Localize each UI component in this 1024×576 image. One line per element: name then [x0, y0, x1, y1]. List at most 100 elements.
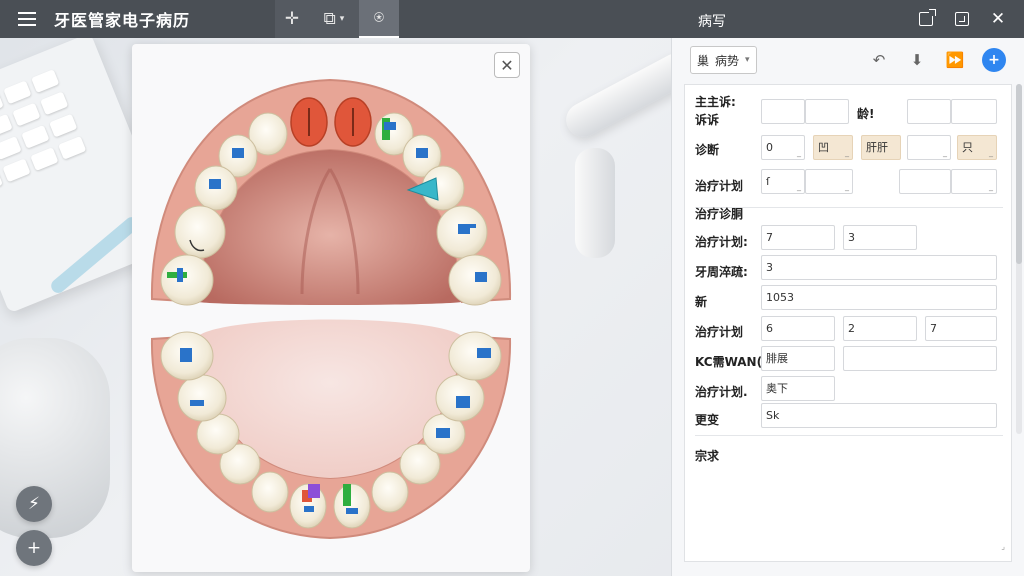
complaint-field-2[interactable]: [805, 99, 849, 124]
plus-icon: +: [26, 538, 42, 558]
crosshair-icon: ✛: [284, 9, 300, 29]
undo-icon: ↶: [872, 51, 886, 69]
plan-label-2: 治疗计划:: [695, 235, 748, 249]
chief-complaint-label: 主主诉:: [695, 95, 736, 109]
add-button[interactable]: +: [16, 530, 52, 566]
marker-blue[interactable]: [209, 179, 221, 189]
diagnosis-tag-1[interactable]: 凹 _: [813, 135, 853, 160]
close-chart-button[interactable]: ✕: [494, 52, 520, 78]
marker-green[interactable]: [343, 484, 351, 506]
dental-chart-panel: ✕: [132, 44, 530, 572]
marker-blue[interactable]: [475, 272, 487, 282]
diagnosis-field[interactable]: 0 _: [761, 135, 805, 160]
lightning-icon: ⚡: [28, 494, 40, 514]
minimize-icon: [955, 12, 969, 26]
diagnosis-tag-2[interactable]: 肝肝: [861, 135, 901, 160]
tool-group: ✛ ⧉ ▾ ⍟: [275, 0, 399, 38]
note-label: 宗求: [695, 449, 720, 463]
undo-button[interactable]: ↶: [868, 49, 890, 71]
plan2-field-b[interactable]: 3: [843, 225, 917, 250]
hamburger-menu-button[interactable]: [8, 0, 46, 38]
tooth-select-dropdown[interactable]: ⧉ ▾: [309, 0, 359, 38]
diagnosis-label: 诊断: [695, 143, 720, 157]
top-bar: 牙医管家电子病历 ✛ ⧉ ▾ ⍟ 病写 ✕: [0, 0, 1024, 38]
quick-action-button[interactable]: ⚡: [16, 486, 52, 522]
tooth-field-2[interactable]: [951, 99, 997, 124]
complaint-label: 诉诉: [695, 113, 720, 127]
crosshair-tool-button[interactable]: ✛: [275, 0, 309, 38]
tooth[interactable]: [448, 331, 502, 381]
plan-field-4[interactable]: _: [951, 169, 997, 194]
form-actions: ↶ ⬇ ⏩ +: [868, 38, 1006, 82]
diagnosis-field-2[interactable]: _: [907, 135, 951, 160]
close-icon: ✕: [500, 55, 514, 75]
marker-blue[interactable]: [346, 508, 358, 514]
marker-blue[interactable]: [232, 148, 244, 158]
code-field[interactable]: 腓展: [761, 346, 835, 371]
marker-blue[interactable]: [416, 148, 428, 158]
tooth[interactable]: [251, 471, 289, 513]
tooth[interactable]: [177, 374, 227, 422]
plan-section-label: 治疗诊胴: [695, 207, 744, 221]
plan-label-4: 治疗计划.: [695, 385, 748, 399]
window-controls: ✕: [908, 0, 1016, 38]
new-label: 新: [695, 295, 708, 309]
close-window-button[interactable]: ✕: [980, 0, 1016, 38]
dental-arch-diagram: [150, 78, 512, 540]
plan3-field-a[interactable]: 6: [761, 316, 835, 341]
marker-blue[interactable]: [384, 122, 396, 130]
plan4-field[interactable]: 奥下: [761, 376, 835, 401]
record-form-panel: 巢 病势 ▾ ↶ ⬇ ⏩ + 主主诉: 诉诉 龄! 诊断 0_ 凹_ 肝肝: [671, 38, 1024, 576]
chevron-down-icon: ▾: [745, 55, 750, 65]
plan3-field-c[interactable]: 7: [925, 316, 997, 341]
chevron-down-icon: ▾: [339, 14, 345, 24]
template-select[interactable]: 巢 病势 ▾: [690, 46, 757, 74]
tooth-view-tool-button[interactable]: ⍟: [359, 0, 399, 38]
complaint-field-1[interactable]: [761, 99, 805, 124]
tooth-view-icon: ⍟: [373, 8, 385, 28]
template-prefix: 巢: [697, 53, 710, 68]
plan2-field-a[interactable]: 7: [761, 225, 835, 250]
marker-blue[interactable]: [190, 400, 204, 406]
fast-forward-button[interactable]: ⏩: [944, 49, 966, 71]
marker-blue[interactable]: [477, 348, 491, 358]
popout-icon: [919, 9, 936, 26]
plan3-field-b[interactable]: 2: [843, 316, 917, 341]
tooth-select-icon: ⧉: [323, 9, 336, 29]
minimize-button[interactable]: [944, 0, 980, 38]
marker-blue[interactable]: [177, 268, 183, 282]
change-field[interactable]: Sk: [761, 403, 997, 428]
plan-field-1[interactable]: ſ _: [761, 169, 805, 194]
download-button[interactable]: ⬇: [906, 49, 928, 71]
hamburger-icon: [18, 12, 36, 26]
marker-purple[interactable]: [308, 484, 320, 498]
tooth[interactable]: [371, 471, 409, 513]
diagnosis-tag-3[interactable]: 只 _: [957, 135, 997, 160]
new-field[interactable]: 1053: [761, 285, 997, 310]
plan-field-2[interactable]: _: [805, 169, 853, 194]
perio-field[interactable]: 3: [761, 255, 997, 280]
plan-field-3[interactable]: [899, 169, 951, 194]
divider: [695, 435, 1003, 436]
tooth-label: 龄!: [857, 107, 875, 121]
scrollbar-thumb[interactable]: [1016, 84, 1022, 264]
arrow-down-icon: ⬇: [910, 51, 924, 69]
marker-blue[interactable]: [436, 428, 450, 438]
form-body: 主主诉: 诉诉 龄! 诊断 0 _ 凹 _ 肝肝 _ 只 _ 治疗计划 ſ _ _: [684, 84, 1012, 562]
popout-button[interactable]: [908, 0, 944, 38]
code-field-2[interactable]: [843, 346, 997, 371]
tooth-field-1[interactable]: [907, 99, 951, 124]
add-entry-button[interactable]: +: [982, 48, 1006, 72]
scrollbar[interactable]: [1016, 84, 1022, 434]
resize-grip[interactable]: ⌟: [1001, 542, 1005, 551]
close-icon: ✕: [990, 9, 1006, 29]
marker-blue[interactable]: [456, 396, 470, 408]
lamp-arm-decoration: [575, 148, 615, 258]
tooth[interactable]: [333, 483, 371, 529]
perio-label: 牙周淬疏:: [695, 265, 748, 279]
form-toolbar: 巢 病势 ▾ ↶ ⬇ ⏩ +: [672, 38, 1024, 82]
tooth[interactable]: [160, 254, 214, 306]
marker-blue[interactable]: [180, 348, 192, 362]
change-label: 更变: [695, 413, 720, 427]
marker-blue[interactable]: [304, 506, 314, 512]
